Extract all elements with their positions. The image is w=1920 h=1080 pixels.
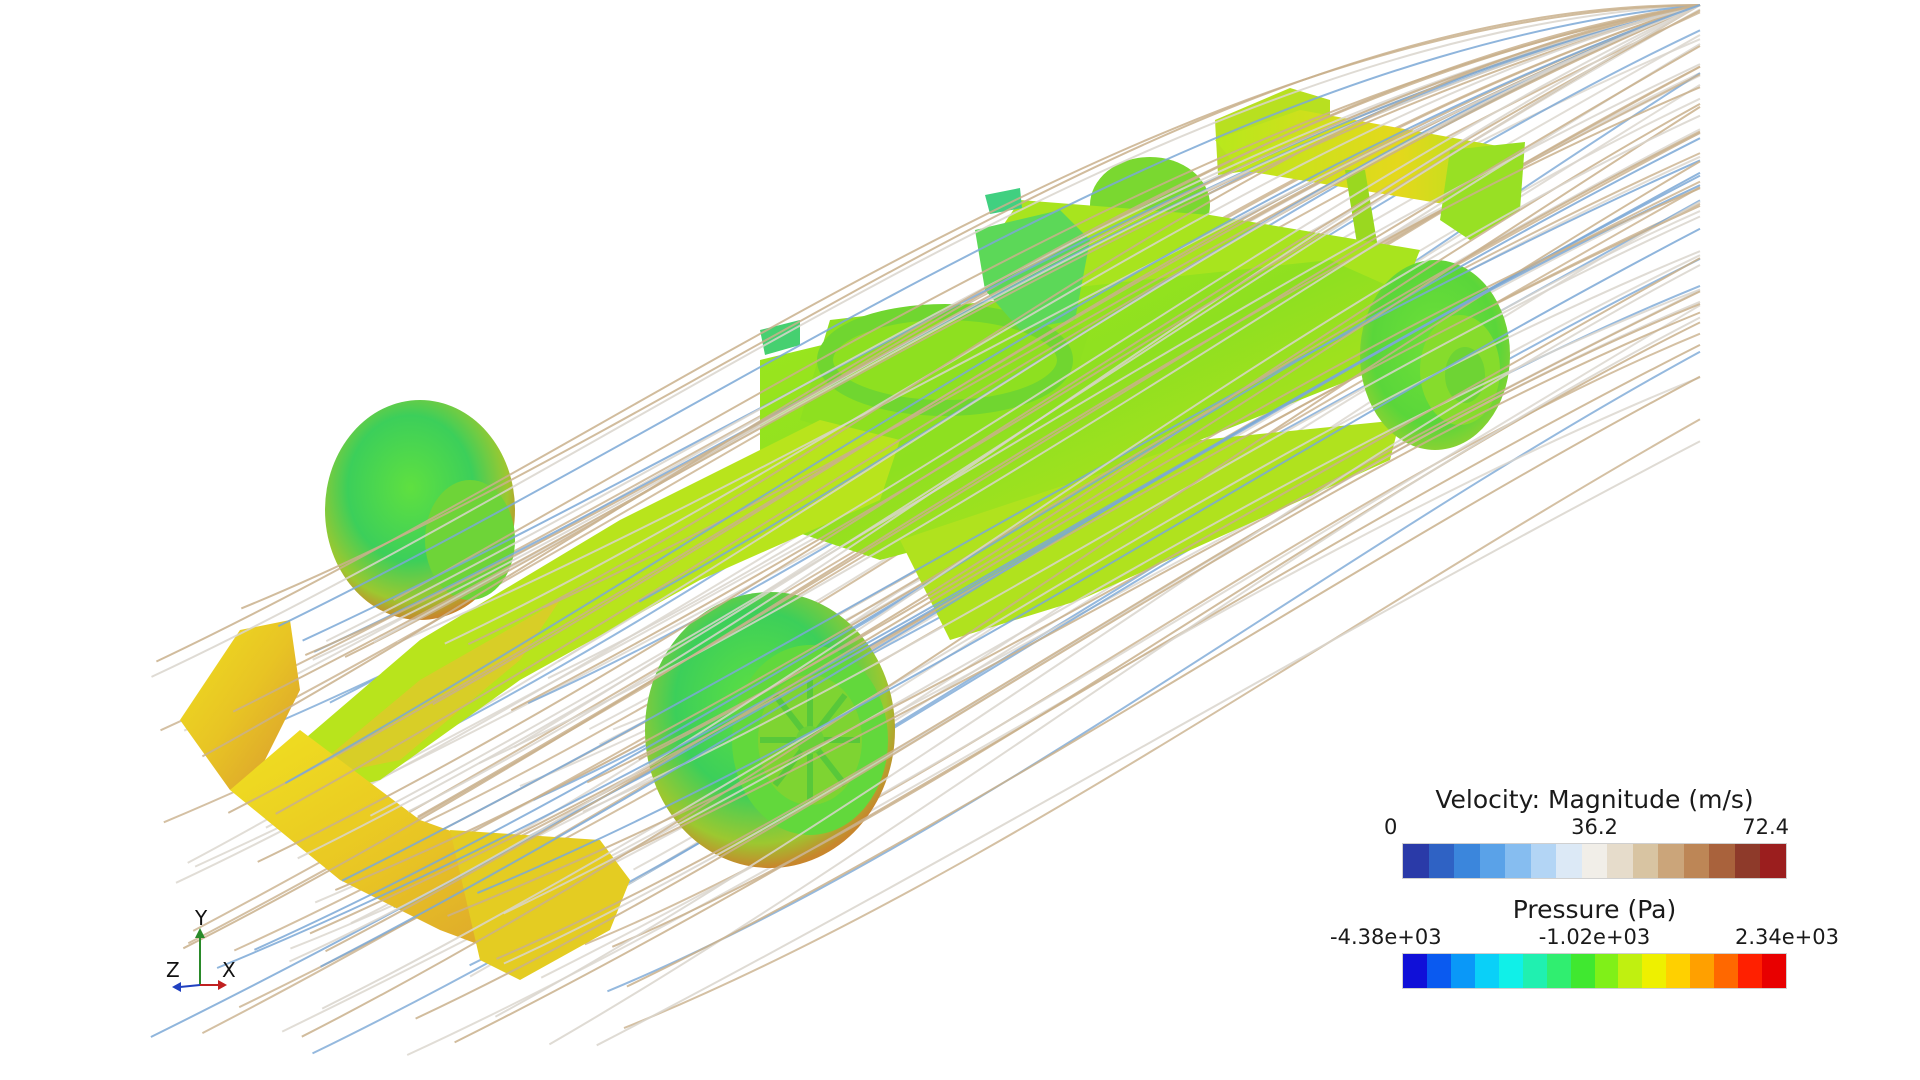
velocity-legend: Velocity: Magnitude (m/s) 0 36.2 72.4 bbox=[1384, 785, 1789, 879]
velocity-colorbar-swatch bbox=[1709, 844, 1735, 878]
velocity-tick-mid: 36.2 bbox=[1571, 815, 1618, 839]
pressure-colorbar-swatch bbox=[1522, 954, 1547, 988]
velocity-colorbar-swatch bbox=[1556, 844, 1582, 878]
velocity-legend-title: Velocity: Magnitude (m/s) bbox=[1435, 785, 1754, 814]
pressure-tick-max: 2.34e+03 bbox=[1735, 925, 1839, 949]
velocity-colorbar bbox=[1402, 843, 1787, 879]
pressure-colorbar-swatch bbox=[1403, 954, 1427, 988]
pressure-tick-mid: -1.02e+03 bbox=[1538, 925, 1651, 949]
pressure-colorbar bbox=[1402, 953, 1787, 989]
pressure-colorbar-swatch bbox=[1426, 954, 1451, 988]
pressure-legend-title: Pressure (Pa) bbox=[1512, 895, 1677, 924]
velocity-legend-ticks: 0 36.2 72.4 bbox=[1384, 815, 1789, 843]
pressure-legend-ticks: -4.38e+03 -1.02e+03 2.34e+03 bbox=[1330, 925, 1839, 953]
velocity-colorbar-swatch bbox=[1454, 844, 1480, 878]
velocity-colorbar-swatch bbox=[1403, 844, 1429, 878]
pressure-colorbar-swatch bbox=[1762, 954, 1786, 988]
pressure-colorbar-swatch bbox=[1498, 954, 1523, 988]
axis-label-y: Y bbox=[195, 906, 208, 930]
pressure-colorbar-swatch bbox=[1738, 954, 1763, 988]
axis-label-x: X bbox=[222, 958, 236, 982]
velocity-colorbar-swatch bbox=[1683, 844, 1710, 878]
pressure-colorbar-swatch bbox=[1642, 954, 1667, 988]
velocity-tick-max: 72.4 bbox=[1742, 815, 1789, 839]
pressure-colorbar-swatch bbox=[1666, 954, 1691, 988]
z-axis-arrow bbox=[172, 982, 181, 992]
velocity-tick-min: 0 bbox=[1384, 815, 1398, 839]
velocity-colorbar-swatch bbox=[1581, 844, 1608, 878]
axis-label-z: Z bbox=[166, 958, 180, 982]
z-axis-line bbox=[179, 984, 201, 988]
pressure-colorbar-swatch bbox=[1594, 954, 1619, 988]
velocity-colorbar-swatch bbox=[1505, 844, 1531, 878]
pressure-colorbar-swatch bbox=[1450, 954, 1475, 988]
velocity-colorbar-swatch bbox=[1479, 844, 1506, 878]
pressure-colorbar-swatch bbox=[1690, 954, 1715, 988]
pressure-colorbar-swatch bbox=[1546, 954, 1571, 988]
race-car-model bbox=[180, 88, 1525, 980]
velocity-colorbar-swatch bbox=[1632, 844, 1659, 878]
pressure-colorbar-swatch bbox=[1714, 954, 1739, 988]
pressure-colorbar-swatch bbox=[1570, 954, 1595, 988]
front-tyre-far bbox=[325, 400, 515, 620]
velocity-colorbar-swatch bbox=[1607, 844, 1633, 878]
velocity-colorbar-swatch bbox=[1658, 844, 1684, 878]
pressure-legend: Pressure (Pa) -4.38e+03 -1.02e+03 2.34e+… bbox=[1330, 895, 1839, 989]
pressure-colorbar-swatch bbox=[1474, 954, 1499, 988]
pressure-colorbar-swatch bbox=[1618, 954, 1643, 988]
velocity-colorbar-swatch bbox=[1428, 844, 1455, 878]
velocity-colorbar-swatch bbox=[1530, 844, 1557, 878]
velocity-colorbar-swatch bbox=[1734, 844, 1761, 878]
axis-triad bbox=[172, 928, 227, 992]
velocity-colorbar-swatch bbox=[1760, 844, 1786, 878]
pressure-tick-min: -4.38e+03 bbox=[1330, 925, 1442, 949]
